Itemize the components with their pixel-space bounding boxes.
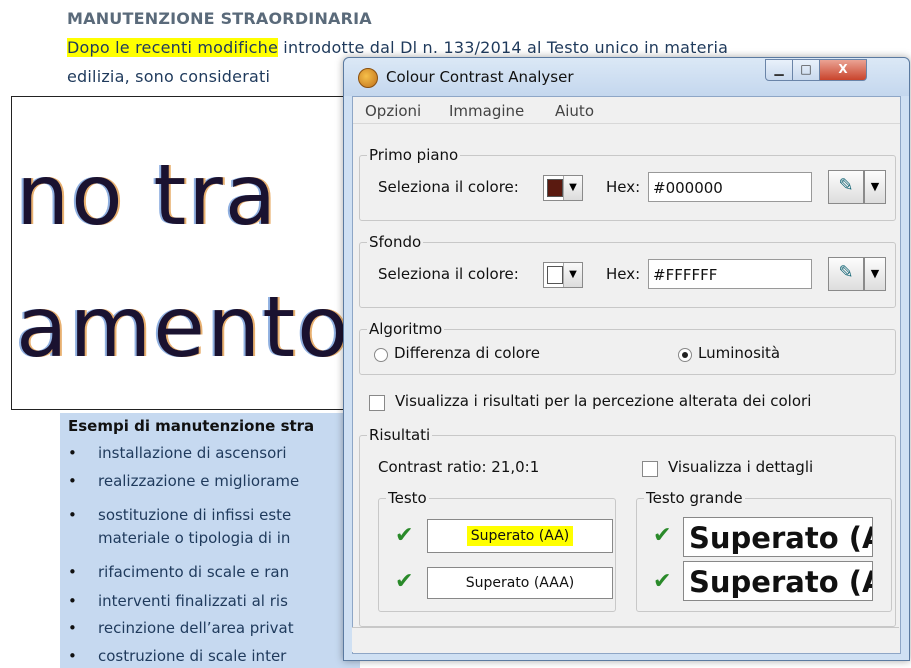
status-bar	[352, 627, 899, 652]
menu-aiuto[interactable]: Aiuto	[555, 102, 594, 120]
examples-box: Esempi di manutenzione stra • installazio…	[60, 413, 360, 668]
chevron-down-icon[interactable]: ▼	[563, 263, 582, 287]
background-legend: Sfondo	[367, 233, 424, 251]
text-aa-result: Superato (AA)	[427, 519, 613, 553]
chevron-down-icon[interactable]: ▼	[864, 170, 886, 204]
paragraph-line-1-rest: introdotte dal Dl n. 133/2014 al Testo u…	[278, 38, 729, 57]
radio-luminosity[interactable]	[678, 348, 692, 362]
window-title: Colour Contrast Analyser	[386, 68, 574, 86]
results-legend: Risultati	[367, 426, 433, 444]
background-swatch	[547, 266, 563, 284]
eyedropper-icon[interactable]: ✎	[828, 257, 864, 291]
altered-perception-label: Visualizza i risultati per la percezione…	[395, 392, 812, 410]
background-select-label: Seleziona il colore:	[378, 265, 519, 283]
background-hex-label: Hex:	[606, 265, 641, 283]
pass-check-icon: ✔	[395, 523, 414, 548]
close-button[interactable]: X	[819, 59, 867, 81]
foreground-color-select[interactable]: ▼	[543, 175, 583, 201]
paragraph-line-2: edilizia, sono considerati	[67, 67, 271, 86]
list-item-continuation: materiale o tipologia di in	[98, 529, 291, 547]
list-item: • recinzione dell’area privat	[68, 619, 294, 637]
details-checkbox[interactable]	[642, 461, 658, 477]
foreground-hex-label: Hex:	[606, 178, 641, 196]
title-bar[interactable]: Colour Contrast Analyser ▁ □ X	[344, 58, 909, 96]
foreground-group: Primo piano Seleziona il colore: ▼ Hex: …	[359, 146, 896, 221]
foreground-select-label: Seleziona il colore:	[378, 178, 519, 196]
text-aaa-result: Superato (AAA)	[427, 567, 613, 599]
background-group: Sfondo Seleziona il colore: ▼ Hex: #FFFF…	[359, 233, 896, 308]
list-item: • realizzazione e migliorame	[68, 472, 300, 490]
magnified-text-2: amento	[16, 278, 344, 376]
algorithm-group: Algoritmo Differenza di colore Luminosit…	[359, 320, 896, 375]
magnifier-panel: no tra amento	[11, 96, 344, 410]
large-text-aa-result: Superato (AA)	[683, 517, 873, 557]
text-legend: Testo	[386, 489, 429, 507]
results-group: Risultati Contrast ratio: 21,0:1 Visuali…	[359, 426, 896, 627]
list-item: • installazione di ascensori	[68, 444, 287, 462]
eyedropper-icon[interactable]: ✎	[828, 170, 864, 204]
chevron-down-icon[interactable]: ▼	[563, 176, 582, 200]
color-difference-label: Differenza di colore	[394, 344, 540, 362]
luminosity-label: Luminosità	[698, 344, 781, 362]
radio-color-difference[interactable]	[374, 348, 388, 362]
pass-check-icon: ✔	[653, 569, 672, 594]
minimize-button[interactable]: ▁	[765, 59, 793, 81]
menu-opzioni[interactable]: Opzioni	[365, 102, 421, 120]
contrast-analyser-window: Colour Contrast Analyser ▁ □ X Opzioni I…	[343, 57, 910, 661]
magnified-text-1: no tra	[16, 146, 279, 244]
window-content: Opzioni Immagine Aiuto Primo piano Selez…	[352, 96, 901, 654]
altered-perception-checkbox[interactable]	[369, 395, 385, 411]
background-color-select[interactable]: ▼	[543, 262, 583, 288]
algorithm-legend: Algoritmo	[367, 320, 445, 338]
maximize-button[interactable]: □	[792, 59, 820, 81]
chevron-down-icon[interactable]: ▼	[864, 257, 886, 291]
text-results-group: Testo ✔ Superato (AA) ✔ Superato (AAA)	[378, 489, 616, 612]
list-item: • costruzione di scale inter	[68, 647, 287, 665]
list-item: • rifacimento di scale e ran	[68, 563, 290, 581]
pass-check-icon: ✔	[653, 523, 672, 548]
section-heading: MANUTENZIONE STRAORDINARIA	[67, 9, 372, 28]
highlighted-text: Dopo le recenti modifiche	[67, 38, 279, 57]
foreground-hex-input[interactable]: #000000	[648, 172, 812, 202]
examples-title: Esempi di manutenzione stra	[68, 417, 315, 435]
menu-bar: Opzioni Immagine Aiuto	[353, 97, 900, 124]
background-hex-input[interactable]: #FFFFFF	[648, 259, 812, 289]
list-item: • interventi finalizzati al ris	[68, 592, 288, 610]
palette-icon	[358, 68, 378, 88]
paragraph-line-1: Dopo le recenti modifiche introdotte dal…	[67, 38, 728, 57]
foreground-legend: Primo piano	[367, 146, 461, 164]
pass-check-icon: ✔	[395, 569, 414, 594]
contrast-ratio: Contrast ratio: 21,0:1	[378, 458, 540, 476]
large-text-aaa-result: Superato (AA	[683, 561, 873, 601]
list-item: • sostituzione di infissi este	[68, 506, 292, 524]
large-text-results-group: Testo grande ✔ Superato (AA) ✔ Superato …	[636, 489, 892, 612]
large-text-legend: Testo grande	[644, 489, 745, 507]
foreground-swatch	[547, 179, 563, 197]
details-label: Visualizza i dettagli	[668, 458, 814, 476]
menu-immagine[interactable]: Immagine	[449, 102, 524, 120]
